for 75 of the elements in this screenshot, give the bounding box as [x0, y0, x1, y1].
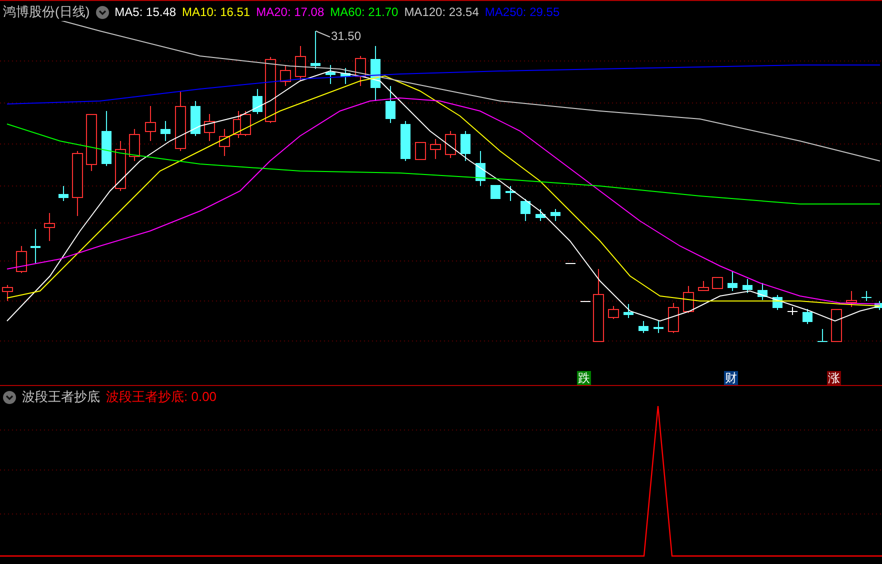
candlestick: [415, 142, 426, 160]
candlestick: [550, 208, 560, 222]
candlestick: [788, 306, 798, 316]
candlestick: [758, 282, 768, 300]
indicator-value: 波段王者抄底: 0.00: [106, 388, 217, 406]
candlestick: [831, 308, 842, 342]
ma-legend-label: MA10: 16.51: [182, 5, 250, 19]
candlestick: [742, 278, 752, 294]
candlestick: [190, 100, 200, 136]
candlestick: [728, 270, 738, 292]
candlestick: [668, 302, 679, 334]
leader-line: [316, 30, 330, 38]
candlestick: [86, 114, 97, 172]
candlestick: [370, 46, 380, 102]
candlestick: [490, 184, 500, 200]
candlestick: [400, 120, 410, 162]
ma-legend-label: MA120: 23.54: [404, 5, 479, 19]
candlestick: [175, 90, 186, 152]
candlestick: [160, 120, 170, 142]
candlestick: [580, 300, 590, 302]
candlestick: [818, 328, 828, 342]
signal-badge: 涨: [827, 371, 841, 385]
signal-badge: 财: [724, 371, 738, 385]
candlestick: [129, 128, 140, 162]
candlestick: [430, 138, 441, 160]
candlestick: [654, 320, 664, 334]
candlestick: [506, 186, 516, 202]
candlestick: [30, 228, 40, 264]
chart-title: 鸿博股份(日线): [3, 3, 90, 21]
candlestick: [476, 150, 486, 186]
ma-legend-label: MA5: 15.48: [114, 5, 176, 19]
candlestick: [445, 130, 456, 158]
dropdown-icon[interactable]: [3, 390, 16, 404]
candlestick: [862, 290, 872, 302]
candlestick: [386, 86, 396, 124]
candlestick: [252, 88, 262, 114]
candlestick: [624, 304, 634, 318]
candlestick: [520, 198, 530, 222]
candlestick: [295, 46, 306, 82]
dropdown-icon[interactable]: [96, 6, 109, 18]
candlestick: [44, 212, 55, 242]
candlestick: [204, 114, 215, 142]
candlestick: [219, 128, 230, 156]
candlestick: [460, 130, 470, 162]
candlestick: [2, 284, 13, 302]
candlestick: [712, 276, 723, 289]
candlestick: [240, 110, 251, 136]
ma-legend-label: MA60: 21.70: [330, 5, 398, 19]
candlestick: [698, 280, 709, 292]
candlestick: [683, 286, 694, 314]
ma-legend-label: MA20: 17.08: [256, 5, 324, 19]
candlestick: [846, 290, 857, 308]
price-label: 31.50: [331, 29, 362, 43]
candlestick: [72, 150, 83, 216]
candlestick: [115, 140, 126, 192]
candlestick: [326, 64, 336, 84]
candlestick: [638, 320, 648, 334]
indicator-title: 波段王者抄底: [22, 388, 100, 406]
ma-legend-label: MA250: 29.55: [484, 5, 560, 19]
candlestick: [280, 66, 291, 86]
candlestick: [16, 246, 27, 274]
candlestick: [874, 300, 882, 310]
candlestick: [265, 56, 276, 124]
candlestick: [310, 30, 320, 70]
candlestick: [102, 110, 112, 166]
candlestick: [340, 68, 350, 84]
candlestick: [355, 56, 366, 86]
candlestick: [608, 306, 619, 320]
candlestick: [802, 308, 812, 324]
signal-badge: 跌: [577, 371, 591, 385]
candlestick: [536, 208, 546, 222]
candlestick: [145, 106, 156, 142]
candlestick: [772, 294, 782, 310]
candlestick: [58, 186, 68, 202]
candlestick: [566, 262, 576, 264]
